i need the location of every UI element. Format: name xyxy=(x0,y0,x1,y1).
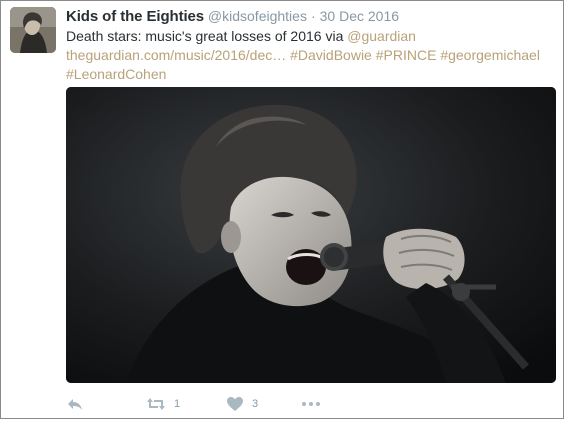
heart-icon xyxy=(227,397,243,411)
tweet-content: Kids of the Eighties @kidsofeighties · 30 … xyxy=(66,7,556,84)
more-button[interactable] xyxy=(301,393,321,415)
reply-icon xyxy=(68,399,82,410)
url-link[interactable]: theguardian.com/music/2016/dec… xyxy=(66,47,286,63)
avatar-image xyxy=(10,7,56,53)
singer-photo xyxy=(66,87,556,383)
tweet-media-photo[interactable] xyxy=(66,87,556,383)
hashtag-link[interactable]: #georgemichael xyxy=(440,47,540,63)
hashtag-link[interactable]: #PRINCE xyxy=(376,47,437,63)
retweet-button[interactable]: 1 xyxy=(146,393,180,415)
reply-button[interactable] xyxy=(66,393,84,415)
tweet-text-prefix: Death stars: music's great losses of 201… xyxy=(66,28,348,44)
hashtag-link[interactable]: #DavidBowie xyxy=(290,47,372,63)
display-name[interactable]: Kids of the Eighties xyxy=(66,8,204,25)
like-count: 3 xyxy=(252,398,259,410)
retweet-icon xyxy=(147,398,165,410)
tweet-date[interactable]: 30 Dec 2016 xyxy=(320,8,399,24)
tweet-header: Kids of the Eighties @kidsofeighties · 30 … xyxy=(66,7,556,26)
tweet-text-line-2: theguardian.com/music/2016/dec… #DavidBo… xyxy=(66,46,556,65)
mention-link[interactable]: @guardian xyxy=(347,28,416,44)
tweet-card: Kids of the Eighties @kidsofeighties · 30 … xyxy=(0,0,564,419)
like-button[interactable]: 3 xyxy=(226,393,258,415)
hashtag-link[interactable]: #LeonardCohen xyxy=(66,66,166,82)
tweet-actions: 1 3 xyxy=(66,393,366,415)
tweet-text-line-3: #LeonardCohen xyxy=(66,65,556,84)
more-dots-icon xyxy=(302,402,320,406)
header-separator: · xyxy=(310,8,316,24)
tweet-text: Death stars: music's great losses of 201… xyxy=(66,27,556,84)
user-handle[interactable]: @kidsofeighties xyxy=(208,8,307,24)
tweet-text-line-1: Death stars: music's great losses of 201… xyxy=(66,27,556,46)
avatar[interactable] xyxy=(10,7,56,53)
retweet-count: 1 xyxy=(174,398,181,410)
